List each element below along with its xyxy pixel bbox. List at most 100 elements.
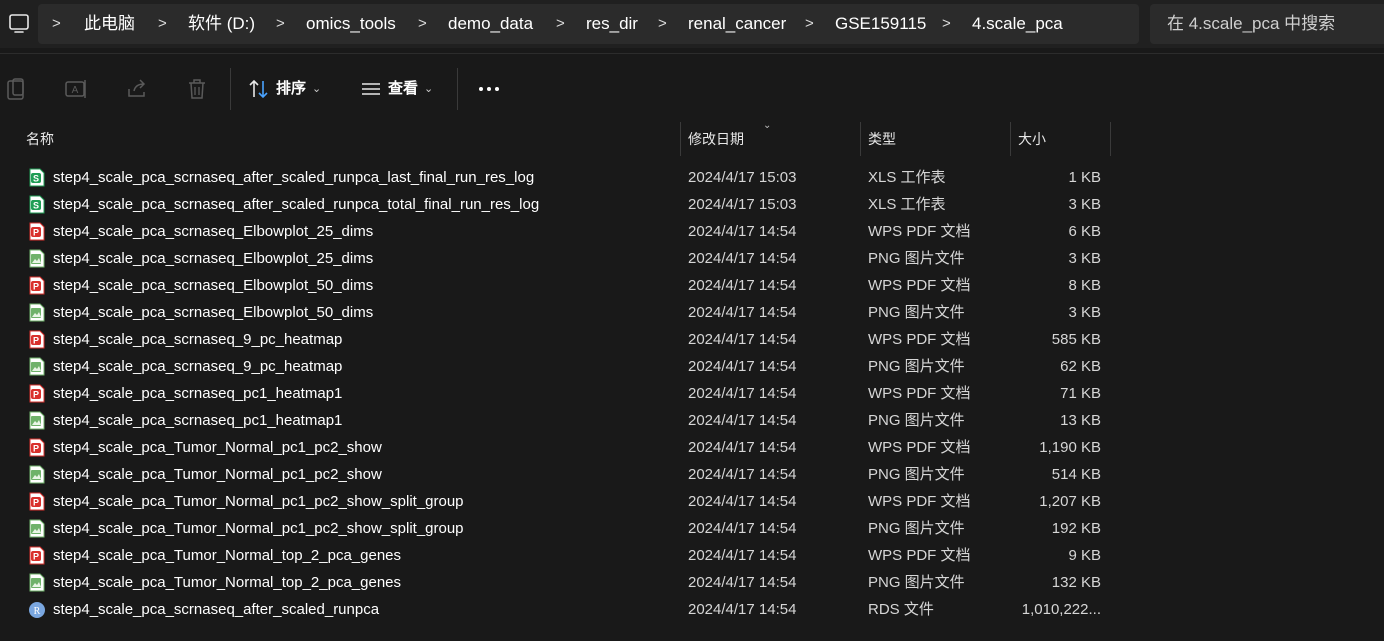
file-type: PNG 图片文件 <box>868 304 965 321</box>
column-header-name[interactable]: 名称 <box>26 122 54 156</box>
breadcrumb-scale-pca[interactable]: 4.scale_pca <box>972 4 1063 44</box>
file-name: step4_scale_pca_scrnaseq_Elbowplot_25_di… <box>53 250 374 267</box>
breadcrumb-this-pc[interactable]: 此电脑 <box>84 4 135 44</box>
file-type: XLS 工作表 <box>868 196 946 213</box>
column-header-date[interactable]: 修改日期 <box>688 122 744 156</box>
rds-file-icon: R <box>28 600 46 619</box>
chevron-right-icon[interactable]: > <box>658 4 667 44</box>
column-divider[interactable] <box>1110 122 1111 156</box>
file-row[interactable]: step4_scale_pca_scrnaseq_pc1_heatmap1 202… <box>0 407 1384 434</box>
column-divider[interactable] <box>860 122 861 156</box>
svg-text:P: P <box>33 228 39 238</box>
file-name: step4_scale_pca_scrnaseq_Elbowplot_50_di… <box>53 277 374 294</box>
chevron-right-icon[interactable]: > <box>805 4 814 44</box>
breadcrumb-omics-tools[interactable]: omics_tools <box>306 4 396 44</box>
file-row[interactable]: Sstep4_scale_pca_scrnaseq_after_scaled_r… <box>0 164 1384 191</box>
file-date: 2024/4/17 14:54 <box>688 331 797 348</box>
chevron-down-icon: ⌄ <box>424 83 434 96</box>
png-file-icon <box>28 249 46 268</box>
chevron-right-icon[interactable]: > <box>942 4 951 44</box>
file-name: step4_scale_pca_scrnaseq_after_scaled_ru… <box>53 601 380 618</box>
file-size: 3 KB <box>1068 304 1101 321</box>
file-name: step4_scale_pca_scrnaseq_Elbowplot_50_di… <box>53 304 374 321</box>
delete-icon[interactable] <box>184 76 210 102</box>
file-size: 192 KB <box>1051 520 1101 537</box>
file-name: step4_scale_pca_Tumor_Normal_pc1_pc2_sho… <box>53 466 382 483</box>
chevron-right-icon[interactable]: > <box>276 4 285 44</box>
file-size: 514 KB <box>1051 466 1101 483</box>
sort-button[interactable]: 排序 ⌄ <box>248 72 321 106</box>
share-icon[interactable] <box>124 76 150 102</box>
file-type: WPS PDF 文档 <box>868 385 971 402</box>
file-name: step4_scale_pca_Tumor_Normal_pc1_pc2_sho… <box>53 520 464 537</box>
file-row[interactable]: Pstep4_scale_pca_scrnaseq_pc1_heatmap1 20… <box>0 380 1384 407</box>
file-row[interactable]: Sstep4_scale_pca_scrnaseq_after_scaled_r… <box>0 191 1384 218</box>
chevron-right-icon[interactable]: > <box>52 4 61 44</box>
file-row[interactable]: Pstep4_scale_pca_scrnaseq_Elbowplot_25_d… <box>0 218 1384 245</box>
column-divider[interactable] <box>1010 122 1011 156</box>
file-date: 2024/4/17 14:54 <box>688 223 797 240</box>
png-file-icon <box>28 573 46 592</box>
png-file-icon <box>28 357 46 376</box>
pdf-file-icon: P <box>28 546 46 565</box>
breadcrumb-res-dir[interactable]: res_dir <box>586 4 638 44</box>
file-type: WPS PDF 文档 <box>868 223 971 240</box>
address-bar[interactable]: > 此电脑 > 软件 (D:) > omics_tools > demo_dat… <box>38 4 1139 44</box>
breadcrumb-drive-d[interactable]: 软件 (D:) <box>188 4 255 44</box>
column-divider[interactable] <box>680 122 681 156</box>
chevron-down-icon: ⌄ <box>312 83 322 96</box>
file-row[interactable]: Pstep4_scale_pca_scrnaseq_9_pc_heatmap 20… <box>0 326 1384 353</box>
svg-text:S: S <box>33 174 39 184</box>
file-row[interactable]: step4_scale_pca_scrnaseq_Elbowplot_50_di… <box>0 299 1384 326</box>
file-type: WPS PDF 文档 <box>868 493 971 510</box>
more-options-icon[interactable] <box>476 76 502 102</box>
chevron-right-icon[interactable]: > <box>418 4 427 44</box>
file-date: 2024/4/17 14:54 <box>688 385 797 402</box>
file-name: step4_scale_pca_Tumor_Normal_top_2_pca_g… <box>53 574 402 591</box>
file-size: 13 KB <box>1060 412 1101 429</box>
this-pc-icon[interactable] <box>8 13 30 35</box>
file-row[interactable]: step4_scale_pca_Tumor_Normal_pc1_pc2_sho… <box>0 461 1384 488</box>
file-date: 2024/4/17 14:54 <box>688 520 797 537</box>
view-icon <box>362 83 380 95</box>
toolbar-divider <box>230 68 231 110</box>
file-row[interactable]: Pstep4_scale_pca_Tumor_Normal_pc1_pc2_sh… <box>0 488 1384 515</box>
xls-file-icon: S <box>28 168 46 187</box>
paste-icon[interactable] <box>4 76 30 102</box>
file-type: PNG 图片文件 <box>868 520 965 537</box>
breadcrumb-gse159115[interactable]: GSE159115 <box>835 4 926 44</box>
divider <box>0 53 1384 54</box>
file-row[interactable]: step4_scale_pca_scrnaseq_Elbowplot_25_di… <box>0 245 1384 272</box>
png-file-icon <box>28 519 46 538</box>
column-header-type[interactable]: 类型 <box>868 122 896 156</box>
file-size: 3 KB <box>1068 250 1101 267</box>
file-row[interactable]: Rstep4_scale_pca_scrnaseq_after_scaled_r… <box>0 596 1384 623</box>
file-row[interactable]: step4_scale_pca_Tumor_Normal_top_2_pca_g… <box>0 569 1384 596</box>
chevron-right-icon[interactable]: > <box>158 4 167 44</box>
svg-text:P: P <box>33 336 39 346</box>
column-header-size[interactable]: 大小 <box>1018 122 1046 156</box>
file-name: step4_scale_pca_scrnaseq_Elbowplot_25_di… <box>53 223 374 240</box>
file-row[interactable]: Pstep4_scale_pca_Tumor_Normal_top_2_pca_… <box>0 542 1384 569</box>
pdf-file-icon: P <box>28 276 46 295</box>
command-bar: A 排序 ⌄ 查看 ⌄ <box>0 56 1384 122</box>
file-size: 585 KB <box>1051 331 1101 348</box>
file-name: step4_scale_pca_Tumor_Normal_top_2_pca_g… <box>53 547 402 564</box>
file-name: step4_scale_pca_scrnaseq_pc1_heatmap1 <box>53 412 343 429</box>
search-input[interactable]: 在 4.scale_pca 中搜索 <box>1150 4 1384 44</box>
file-size: 62 KB <box>1060 358 1101 375</box>
file-type: WPS PDF 文档 <box>868 277 971 294</box>
file-row[interactable]: step4_scale_pca_scrnaseq_9_pc_heatmap 202… <box>0 353 1384 380</box>
file-row[interactable]: Pstep4_scale_pca_Tumor_Normal_pc1_pc2_sh… <box>0 434 1384 461</box>
file-row[interactable]: Pstep4_scale_pca_scrnaseq_Elbowplot_50_d… <box>0 272 1384 299</box>
rename-icon[interactable]: A <box>63 76 89 102</box>
file-date: 2024/4/17 14:54 <box>688 358 797 375</box>
chevron-right-icon[interactable]: > <box>556 4 565 44</box>
breadcrumb-demo-data[interactable]: demo_data <box>448 4 533 44</box>
view-button[interactable]: 查看 ⌄ <box>360 72 433 106</box>
svg-text:P: P <box>33 444 39 454</box>
file-size: 1 KB <box>1068 169 1101 186</box>
breadcrumb-renal-cancer[interactable]: renal_cancer <box>688 4 786 44</box>
file-row[interactable]: step4_scale_pca_Tumor_Normal_pc1_pc2_sho… <box>0 515 1384 542</box>
svg-text:P: P <box>33 498 39 508</box>
